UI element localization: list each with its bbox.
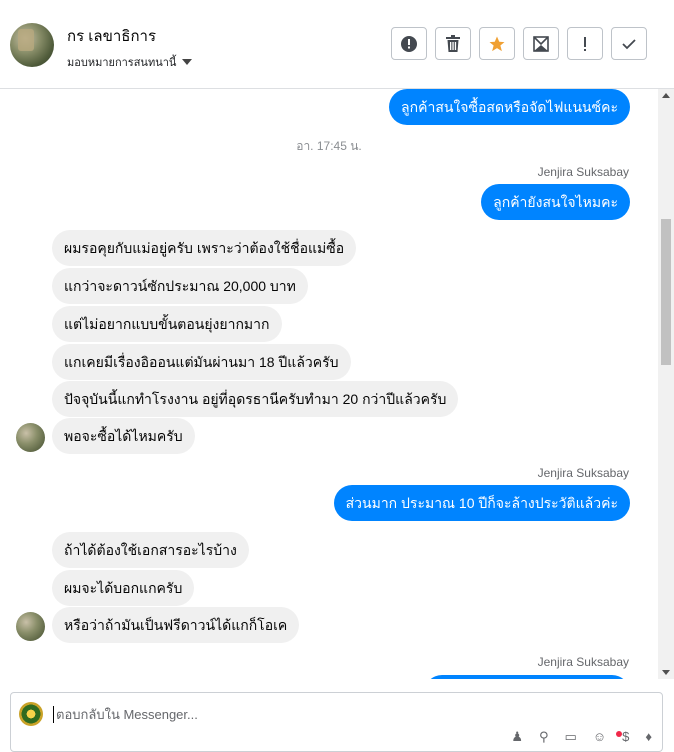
contact-avatar-small[interactable] — [16, 423, 45, 452]
contact-name[interactable]: กร เลขาธิการ — [67, 24, 156, 48]
message-bubble-in[interactable]: ปัจจุบันนี้แกทำโรงงาน อยู่ที่อุดรธานีครั… — [52, 381, 459, 417]
envelope-icon — [533, 35, 549, 52]
check-icon — [622, 38, 636, 49]
reply-composer: ♟ ⚲ ▭ ☺ $ ♦ — [10, 692, 663, 752]
mark-unread-button[interactable] — [523, 27, 559, 60]
contact-avatar-small[interactable] — [16, 612, 45, 641]
message-bubble-out[interactable]: ส่วนมาก ประมาณ 10 ปีก็จะล้างประวัติแล้วค… — [333, 485, 630, 521]
notification-dot — [616, 731, 622, 737]
star-icon — [489, 36, 505, 51]
reply-input[interactable] — [53, 706, 618, 723]
mark-done-button[interactable] — [611, 27, 647, 60]
scrollbar-thumb[interactable] — [661, 219, 671, 365]
message-bubble-in[interactable]: ผมจะได้บอกแกครับ — [52, 570, 195, 606]
scroll-up-arrow-icon[interactable] — [662, 93, 670, 98]
conversation-header: กร เลขาธิการ มอบหมายการสนทนานี้ — [0, 0, 674, 89]
star-button[interactable] — [479, 27, 515, 60]
message-thread: ลูกค้าสนใจซื้อสดหรือจัดไฟแนนซ์คะ อา. 17:… — [0, 89, 658, 679]
message-bubble-in[interactable]: หรือว่าถ้ามันเป็นฟรีดาวน์ได้แกก็โอเค — [52, 607, 300, 643]
chevron-down-icon — [182, 59, 193, 65]
message-bubble-in[interactable]: ผมรอคุยกับแม่อยู่ครับ เพราะว่าต้องใช้ชื่… — [52, 230, 357, 266]
exclamation-icon — [584, 36, 586, 51]
scroll-down-arrow-icon[interactable] — [662, 670, 670, 675]
follow-up-button[interactable] — [567, 27, 603, 60]
contact-avatar[interactable] — [10, 23, 54, 67]
message-bubble-in[interactable]: แต่ไม่อยากแบบขั้นตอนยุ่งยากมาก — [52, 306, 282, 342]
action-toolbar — [391, 27, 647, 60]
sender-name: Jenjira Suksabay — [537, 655, 629, 669]
message-bubble-out-partial[interactable] — [424, 675, 630, 679]
sender-name: Jenjira Suksabay — [537, 165, 629, 179]
message-bubble-out[interactable]: ลูกค้ายังสนใจไหมคะ — [481, 184, 630, 220]
alert-circle-icon — [401, 35, 417, 52]
trash-icon — [446, 34, 460, 52]
assign-dropdown[interactable]: มอบหมายการสนทนานี้ — [67, 53, 193, 71]
sender-name: Jenjira Suksabay — [537, 466, 629, 480]
message-bubble-in[interactable]: แกว่าจะดาวน์ซักประมาณ 20,000 บาท — [52, 268, 308, 304]
delete-button[interactable] — [435, 27, 471, 60]
message-bubble-in[interactable]: ถ้าได้ต้องใช้เอกสารอะไรบ้าง — [52, 532, 249, 568]
thread-scrollbar[interactable] — [658, 89, 674, 679]
assign-label: มอบหมายการสนทนานี้ — [67, 57, 177, 69]
spam-button[interactable] — [391, 27, 427, 60]
message-bubble-in[interactable]: แกเคยมีเรื่องอิออนแต่มันผ่านมา 18 ปีแล้ว… — [52, 344, 351, 380]
message-bubble-out[interactable]: ลูกค้าสนใจซื้อสดหรือจัดไฟแนนซ์คะ — [389, 89, 630, 125]
timestamp: อา. 17:45 น. — [296, 139, 362, 153]
message-bubble-in[interactable]: พอจะซื้อได้ไหมครับ — [52, 418, 195, 454]
page-avatar — [19, 702, 43, 726]
